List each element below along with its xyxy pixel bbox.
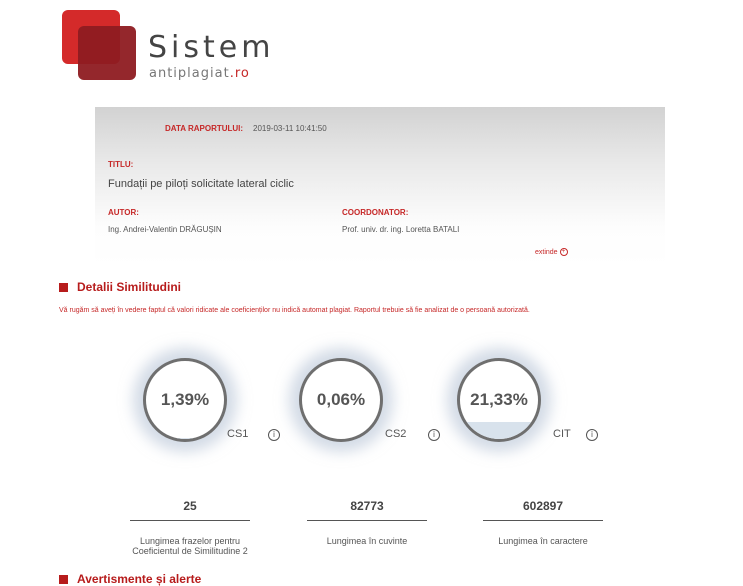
stat-value: 602897 bbox=[483, 499, 603, 513]
expand-icon: + bbox=[560, 248, 568, 256]
gauge-value: 21,33% bbox=[460, 361, 538, 439]
gauge-value: 1,39% bbox=[146, 361, 224, 439]
logo-wordmark: Sistem bbox=[148, 30, 274, 65]
info-icon[interactable]: i bbox=[428, 429, 440, 441]
coordinator-label: COORDONATOR: bbox=[342, 208, 408, 217]
alerts-section-title: Avertismente și alerte bbox=[77, 572, 201, 586]
stat-value: 82773 bbox=[307, 499, 427, 513]
coordinator-value: Prof. univ. dr. ing. Loretta BATALI bbox=[342, 225, 459, 234]
info-icon[interactable]: i bbox=[268, 429, 280, 441]
author-value: Ing. Andrei-Valentin DRĂGUȘIN bbox=[108, 225, 222, 234]
gauge-label-cs2: CS2 bbox=[385, 428, 406, 440]
report-date-label: DATA RAPORTULUI: bbox=[165, 124, 243, 133]
title-value: Fundații pe piloți solicitate lateral ci… bbox=[108, 178, 294, 190]
logo-square-front bbox=[78, 26, 136, 80]
gauge-label-cs1: CS1 bbox=[227, 428, 248, 440]
stat-value: 25 bbox=[130, 499, 250, 513]
stat-divider bbox=[307, 520, 427, 521]
title-label: TITLU: bbox=[108, 160, 133, 169]
similarity-notice: Vă rugăm să aveți în vedere faptul că va… bbox=[59, 307, 739, 314]
stat-caption: Lungimea frazelor pentruCoeficientul de … bbox=[105, 536, 275, 556]
gauge-cs2: 0,06% bbox=[299, 358, 383, 442]
stat-divider bbox=[130, 520, 250, 521]
section-marker bbox=[59, 283, 68, 292]
author-label: AUTOR: bbox=[108, 208, 139, 217]
logo-subtitle: antiplagiat.ro bbox=[149, 66, 250, 81]
logo: Sistem antiplagiat.ro bbox=[58, 10, 288, 90]
report-date-value: 2019-03-11 10:41:50 bbox=[253, 124, 327, 133]
extend-link[interactable]: extinde + bbox=[535, 248, 568, 256]
gauge-cs1: 1,39% bbox=[143, 358, 227, 442]
stat-caption: Lungimea în cuvinte bbox=[282, 536, 452, 546]
gauge-label-cit: CIT bbox=[553, 428, 571, 440]
stat-caption: Lungimea în caractere bbox=[458, 536, 628, 546]
gauge-value: 0,06% bbox=[302, 361, 380, 439]
info-icon[interactable]: i bbox=[586, 429, 598, 441]
similarity-section-title: Detalii Similitudini bbox=[77, 280, 181, 294]
gauge-cit: 21,33% bbox=[457, 358, 541, 442]
stat-divider bbox=[483, 520, 603, 521]
section-marker bbox=[59, 575, 68, 584]
